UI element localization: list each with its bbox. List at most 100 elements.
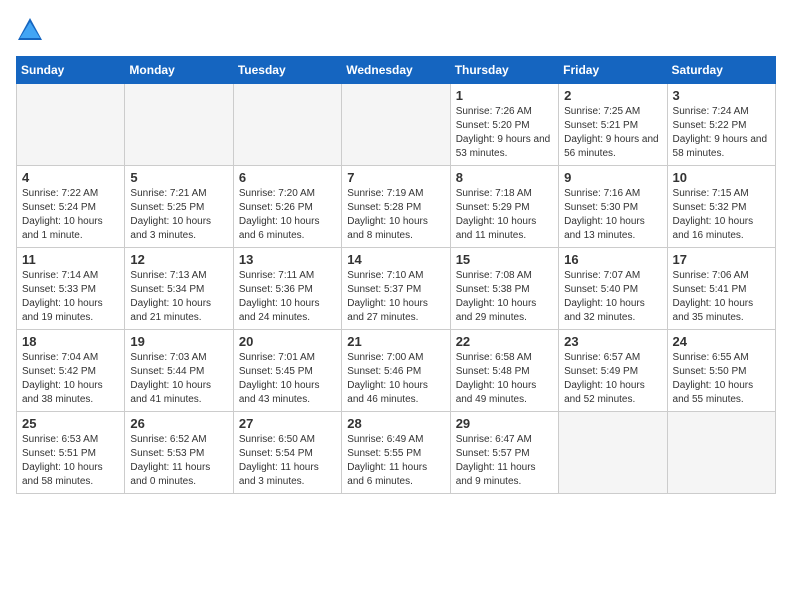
day-number: 2 <box>564 88 661 103</box>
calendar-header-row: SundayMondayTuesdayWednesdayThursdayFrid… <box>17 57 776 84</box>
day-info: Sunrise: 7:21 AMSunset: 5:25 PMDaylight:… <box>130 187 227 243</box>
calendar-cell: 9 Sunrise: 7:16 AMSunset: 5:30 PMDaylight… <box>559 166 667 248</box>
calendar-cell: 27 Sunrise: 6:50 AMSunset: 5:54 PMDayligh… <box>233 412 341 494</box>
calendar-week-1: 1 Sunrise: 7:26 AMSunset: 5:20 PMDaylight… <box>17 84 776 166</box>
col-header-saturday: Saturday <box>667 57 775 84</box>
calendar-week-2: 4 Sunrise: 7:22 AMSunset: 5:24 PMDaylight… <box>17 166 776 248</box>
day-info: Sunrise: 7:16 AMSunset: 5:30 PMDaylight:… <box>564 187 661 243</box>
day-info: Sunrise: 6:52 AMSunset: 5:53 PMDaylight:… <box>130 433 227 489</box>
day-number: 8 <box>456 170 553 185</box>
day-number: 16 <box>564 252 661 267</box>
day-info: Sunrise: 7:01 AMSunset: 5:45 PMDaylight:… <box>239 351 336 407</box>
calendar-cell: 28 Sunrise: 6:49 AMSunset: 5:55 PMDayligh… <box>342 412 450 494</box>
col-header-thursday: Thursday <box>450 57 558 84</box>
calendar-cell: 25 Sunrise: 6:53 AMSunset: 5:51 PMDayligh… <box>17 412 125 494</box>
day-number: 14 <box>347 252 444 267</box>
logo-icon <box>16 16 44 44</box>
day-number: 24 <box>673 334 770 349</box>
col-header-wednesday: Wednesday <box>342 57 450 84</box>
day-info: Sunrise: 6:58 AMSunset: 5:48 PMDaylight:… <box>456 351 553 407</box>
day-info: Sunrise: 7:00 AMSunset: 5:46 PMDaylight:… <box>347 351 444 407</box>
calendar-cell <box>233 84 341 166</box>
day-number: 29 <box>456 416 553 431</box>
calendar-cell: 7 Sunrise: 7:19 AMSunset: 5:28 PMDaylight… <box>342 166 450 248</box>
calendar-cell: 14 Sunrise: 7:10 AMSunset: 5:37 PMDayligh… <box>342 248 450 330</box>
day-info: Sunrise: 7:24 AMSunset: 5:22 PMDaylight:… <box>673 105 770 161</box>
calendar-cell: 24 Sunrise: 6:55 AMSunset: 5:50 PMDayligh… <box>667 330 775 412</box>
day-number: 27 <box>239 416 336 431</box>
calendar-cell <box>667 412 775 494</box>
calendar-cell: 3 Sunrise: 7:24 AMSunset: 5:22 PMDaylight… <box>667 84 775 166</box>
day-number: 3 <box>673 88 770 103</box>
day-number: 28 <box>347 416 444 431</box>
day-info: Sunrise: 7:04 AMSunset: 5:42 PMDaylight:… <box>22 351 119 407</box>
calendar-cell: 11 Sunrise: 7:14 AMSunset: 5:33 PMDayligh… <box>17 248 125 330</box>
day-info: Sunrise: 7:22 AMSunset: 5:24 PMDaylight:… <box>22 187 119 243</box>
day-info: Sunrise: 7:08 AMSunset: 5:38 PMDaylight:… <box>456 269 553 325</box>
day-info: Sunrise: 7:11 AMSunset: 5:36 PMDaylight:… <box>239 269 336 325</box>
calendar-cell: 23 Sunrise: 6:57 AMSunset: 5:49 PMDayligh… <box>559 330 667 412</box>
calendar-cell: 6Sunrise: 7:20 AMSunset: 5:26 PMDaylight… <box>233 166 341 248</box>
page-header <box>16 16 776 44</box>
day-info: Sunrise: 6:53 AMSunset: 5:51 PMDaylight:… <box>22 433 119 489</box>
calendar-cell: 2Sunrise: 7:25 AMSunset: 5:21 PMDaylight… <box>559 84 667 166</box>
day-info: Sunrise: 7:13 AMSunset: 5:34 PMDaylight:… <box>130 269 227 325</box>
calendar-cell: 4 Sunrise: 7:22 AMSunset: 5:24 PMDaylight… <box>17 166 125 248</box>
calendar-cell: 13 Sunrise: 7:11 AMSunset: 5:36 PMDayligh… <box>233 248 341 330</box>
day-number: 11 <box>22 252 119 267</box>
col-header-monday: Monday <box>125 57 233 84</box>
calendar-cell: 12 Sunrise: 7:13 AMSunset: 5:34 PMDayligh… <box>125 248 233 330</box>
day-info: Sunrise: 7:20 AMSunset: 5:26 PMDaylight:… <box>239 187 336 243</box>
calendar-cell: 8 Sunrise: 7:18 AMSunset: 5:29 PMDaylight… <box>450 166 558 248</box>
day-info: Sunrise: 7:14 AMSunset: 5:33 PMDaylight:… <box>22 269 119 325</box>
calendar-cell: 26 Sunrise: 6:52 AMSunset: 5:53 PMDayligh… <box>125 412 233 494</box>
day-number: 5 <box>130 170 227 185</box>
calendar-cell: 16Sunrise: 7:07 AMSunset: 5:40 PMDayligh… <box>559 248 667 330</box>
calendar-cell: 18Sunrise: 7:04 AMSunset: 5:42 PMDayligh… <box>17 330 125 412</box>
day-info: Sunrise: 6:50 AMSunset: 5:54 PMDaylight:… <box>239 433 336 489</box>
day-info: Sunrise: 7:03 AMSunset: 5:44 PMDaylight:… <box>130 351 227 407</box>
calendar-cell: 20 Sunrise: 7:01 AMSunset: 5:45 PMDayligh… <box>233 330 341 412</box>
calendar-cell <box>342 84 450 166</box>
day-info: Sunrise: 7:15 AMSunset: 5:32 PMDaylight:… <box>673 187 770 243</box>
calendar-week-4: 18Sunrise: 7:04 AMSunset: 5:42 PMDayligh… <box>17 330 776 412</box>
day-info: Sunrise: 7:19 AMSunset: 5:28 PMDaylight:… <box>347 187 444 243</box>
calendar-week-5: 25 Sunrise: 6:53 AMSunset: 5:51 PMDayligh… <box>17 412 776 494</box>
day-number: 17 <box>673 252 770 267</box>
calendar-cell: 22Sunrise: 6:58 AMSunset: 5:48 PMDayligh… <box>450 330 558 412</box>
calendar-cell: 21 Sunrise: 7:00 AMSunset: 5:46 PMDayligh… <box>342 330 450 412</box>
calendar-cell: 29Sunrise: 6:47 AMSunset: 5:57 PMDayligh… <box>450 412 558 494</box>
day-info: Sunrise: 7:18 AMSunset: 5:29 PMDaylight:… <box>456 187 553 243</box>
day-number: 26 <box>130 416 227 431</box>
calendar-body: 1 Sunrise: 7:26 AMSunset: 5:20 PMDaylight… <box>17 84 776 494</box>
day-number: 9 <box>564 170 661 185</box>
day-number: 20 <box>239 334 336 349</box>
day-info: Sunrise: 6:49 AMSunset: 5:55 PMDaylight:… <box>347 433 444 489</box>
day-number: 25 <box>22 416 119 431</box>
logo <box>16 16 48 44</box>
calendar-cell <box>559 412 667 494</box>
day-number: 1 <box>456 88 553 103</box>
day-number: 12 <box>130 252 227 267</box>
day-number: 13 <box>239 252 336 267</box>
col-header-sunday: Sunday <box>17 57 125 84</box>
day-info: Sunrise: 7:26 AMSunset: 5:20 PMDaylight:… <box>456 105 553 161</box>
calendar-cell: 17 Sunrise: 7:06 AMSunset: 5:41 PMDayligh… <box>667 248 775 330</box>
calendar-table: SundayMondayTuesdayWednesdayThursdayFrid… <box>16 56 776 494</box>
day-number: 23 <box>564 334 661 349</box>
day-info: Sunrise: 7:10 AMSunset: 5:37 PMDaylight:… <box>347 269 444 325</box>
day-number: 19 <box>130 334 227 349</box>
day-info: Sunrise: 6:57 AMSunset: 5:49 PMDaylight:… <box>564 351 661 407</box>
day-number: 4 <box>22 170 119 185</box>
day-info: Sunrise: 7:06 AMSunset: 5:41 PMDaylight:… <box>673 269 770 325</box>
calendar-cell: 1 Sunrise: 7:26 AMSunset: 5:20 PMDaylight… <box>450 84 558 166</box>
calendar-cell <box>125 84 233 166</box>
calendar-cell <box>17 84 125 166</box>
calendar-week-3: 11 Sunrise: 7:14 AMSunset: 5:33 PMDayligh… <box>17 248 776 330</box>
day-info: Sunrise: 6:55 AMSunset: 5:50 PMDaylight:… <box>673 351 770 407</box>
day-number: 10 <box>673 170 770 185</box>
day-number: 21 <box>347 334 444 349</box>
col-header-friday: Friday <box>559 57 667 84</box>
day-number: 7 <box>347 170 444 185</box>
calendar-cell: 19 Sunrise: 7:03 AMSunset: 5:44 PMDayligh… <box>125 330 233 412</box>
